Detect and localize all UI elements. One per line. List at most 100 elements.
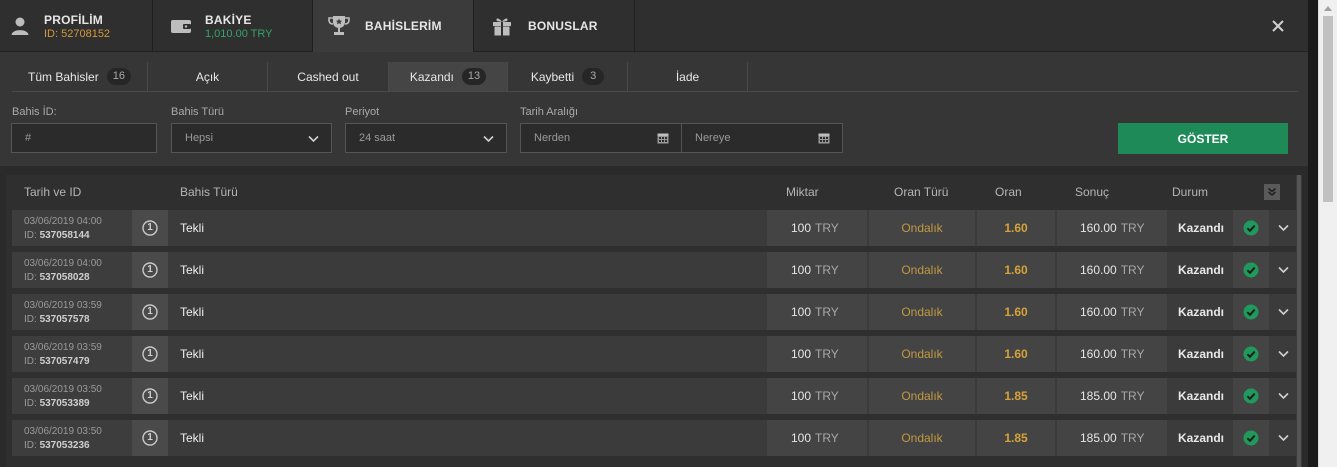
tab-open[interactable]: Açık — [148, 62, 268, 91]
odds-type: Ondalık — [869, 378, 975, 414]
calendar-icon[interactable] — [657, 132, 669, 147]
header-status: Durum — [1172, 185, 1209, 199]
bet-id-value: 537053236 — [39, 439, 90, 451]
selection-count-icon: 1 — [142, 304, 158, 320]
amount-currency: TRY — [815, 347, 839, 361]
calendar-icon[interactable] — [818, 132, 830, 147]
my-bets-window: PROFİLİM ID: 52708152 BAKİYE 1,010.00 TR… — [0, 0, 1337, 467]
collapse-all-icon[interactable] — [1264, 184, 1280, 200]
tab-bonuses[interactable]: BONUSLAR — [474, 0, 635, 52]
table-scrollbar[interactable] — [1296, 175, 1302, 467]
table-row[interactable]: 03/06/2019 03:59 ID: 537057479 1 Tekli 100 TR… — [12, 336, 1296, 372]
window-edge — [1308, 0, 1318, 467]
period-label: Periyot — [345, 106, 380, 118]
result-cell: 185.00 TRY — [1057, 378, 1167, 414]
date-to-input[interactable]: Nereye — [681, 123, 843, 153]
tab-my-bets[interactable]: BAHİSLERİM — [313, 0, 474, 52]
amount-currency: TRY — [815, 263, 839, 277]
profile-title: PROFİLİM — [44, 12, 103, 27]
table-row[interactable]: 03/06/2019 03:59 ID: 537057578 1 Tekli 100 TR… — [12, 294, 1296, 330]
date-from-placeholder: Nerden — [534, 132, 571, 144]
count-badge: 16 — [106, 68, 131, 85]
bet-date: 03/06/2019 03:50 — [24, 425, 102, 437]
show-button[interactable]: GÖSTER — [1118, 123, 1288, 154]
date-range-label: Tarih Aralığı — [520, 106, 579, 118]
expand-row-button[interactable] — [1270, 420, 1296, 456]
date-id-cell: 03/06/2019 03:50 ID: 537053389 — [12, 378, 132, 414]
chevron-down-icon — [1277, 345, 1289, 363]
date-id-cell: 03/06/2019 04:00 ID: 537058144 — [12, 210, 132, 246]
bet-id-prefix: ID: — [24, 229, 37, 241]
tab-lost[interactable]: Kaybetti 3 — [508, 62, 628, 91]
amount-value: 100 — [791, 263, 812, 277]
bet-id: ID: 537057479 — [24, 356, 90, 367]
table-row[interactable]: 03/06/2019 03:50 ID: 537053389 1 Tekli 100 TR… — [12, 378, 1296, 414]
page-scrollbar[interactable] — [1318, 0, 1337, 467]
balance-title: BAKİYE — [205, 12, 252, 27]
close-icon[interactable] — [1268, 16, 1288, 36]
balance-amount: 1,010.00 TRY — [205, 27, 273, 40]
amount-cell: 100 TRY — [767, 252, 867, 288]
bet-type-select[interactable]: Hepsi — [171, 123, 332, 153]
check-circle-icon — [1233, 210, 1269, 246]
odds-value: 1.60 — [977, 252, 1055, 288]
result-value: 160.00 — [1080, 221, 1117, 235]
result-cell: 185.00 TRY — [1057, 420, 1167, 456]
period-value: 24 saat — [359, 132, 396, 144]
selection-count-icon: 1 — [142, 388, 158, 404]
tab-balance[interactable]: BAKİYE 1,010.00 TRY — [153, 0, 313, 52]
page-scroll-thumb[interactable] — [1323, 16, 1333, 202]
bet-id-input[interactable]: # — [11, 123, 157, 153]
bet-id-value: 537057479 — [39, 355, 90, 367]
amount-cell: 100 TRY — [767, 420, 867, 456]
amount-value: 100 — [791, 431, 812, 445]
period-select[interactable]: 24 saat — [345, 123, 507, 153]
gift-icon — [490, 14, 514, 38]
bet-type: Tekli — [168, 378, 767, 414]
bet-type: Tekli — [168, 336, 767, 372]
odds-value: 1.60 — [977, 210, 1055, 246]
expand-row-button[interactable] — [1270, 378, 1296, 414]
table-row[interactable]: 03/06/2019 03:50 ID: 537053236 1 Tekli 100 TR… — [12, 420, 1296, 456]
selection-count: 1 — [147, 222, 153, 233]
tab-refund[interactable]: İade — [628, 62, 748, 91]
odds-type: Ondalık — [869, 336, 975, 372]
header-bet-type: Bahis Türü — [180, 185, 238, 199]
selection-count: 1 — [147, 306, 153, 317]
table-scroll-thumb[interactable] — [1297, 175, 1301, 467]
chevron-down-icon — [1277, 303, 1289, 321]
bet-date: 03/06/2019 03:59 — [24, 299, 102, 311]
status-text: Kazandı — [1167, 210, 1233, 246]
result-value: 160.00 — [1080, 263, 1117, 277]
tab-won[interactable]: Kazandı 13 — [389, 62, 508, 91]
result-cell: 160.00 TRY — [1057, 294, 1167, 330]
odds-type: Ondalık — [869, 252, 975, 288]
wallet-icon — [169, 14, 193, 38]
check-circle-icon — [1233, 378, 1269, 414]
account-tab-bar: PROFİLİM ID: 52708152 BAKİYE 1,010.00 TR… — [0, 0, 1308, 52]
table-row[interactable]: 03/06/2019 04:00 ID: 537058144 1 Tekli 100 TR… — [12, 210, 1296, 246]
count-badge: 13 — [461, 68, 487, 85]
expand-row-button[interactable] — [1270, 210, 1296, 246]
expand-row-button[interactable] — [1270, 252, 1296, 288]
scroll-up-arrow[interactable] — [1324, 6, 1332, 11]
bet-id: ID: 537053389 — [24, 398, 90, 409]
bet-type: Tekli — [168, 420, 767, 456]
tab-cashed-out[interactable]: Cashed out — [268, 62, 389, 91]
amount-cell: 100 TRY — [767, 336, 867, 372]
bet-date: 03/06/2019 03:59 — [24, 341, 102, 353]
filter-panel: Tüm Bahisler 16 Açık Cashed out Kazandı … — [0, 52, 1308, 166]
chevron-down-icon — [1277, 219, 1289, 237]
bet-id-value: 537057578 — [39, 313, 90, 325]
selection-count-icon: 1 — [142, 220, 158, 236]
user-icon — [8, 14, 32, 38]
chevron-down-icon — [1277, 387, 1289, 405]
tab-profile[interactable]: PROFİLİM ID: 52708152 — [0, 0, 153, 52]
expand-row-button[interactable] — [1270, 336, 1296, 372]
tab-all-bets[interactable]: Tüm Bahisler 16 — [12, 62, 148, 91]
table-row[interactable]: 03/06/2019 04:00 ID: 537058028 1 Tekli 100 TR… — [12, 252, 1296, 288]
expand-row-button[interactable] — [1270, 294, 1296, 330]
date-from-input[interactable]: Nerden — [520, 123, 682, 153]
tab-label: Kaybetti — [530, 69, 575, 84]
selection-count-cell: 1 — [132, 378, 168, 414]
